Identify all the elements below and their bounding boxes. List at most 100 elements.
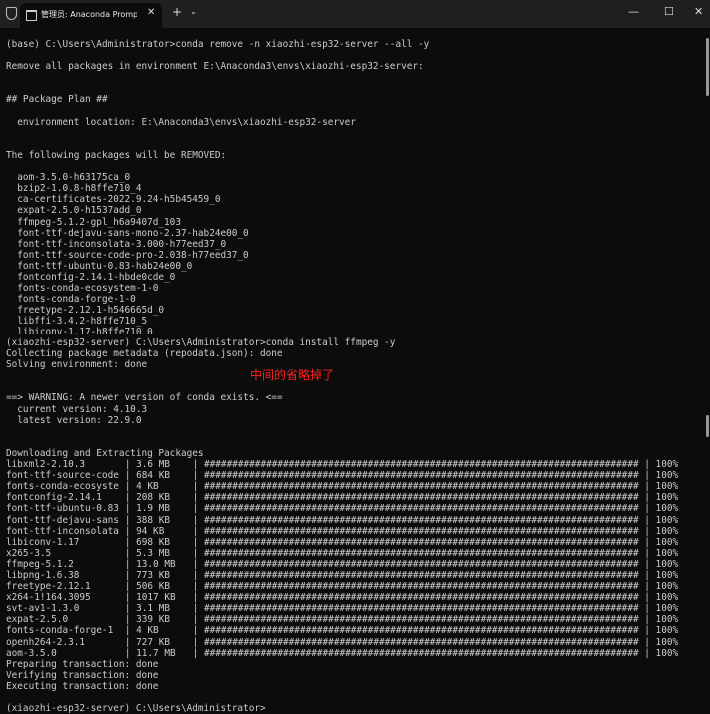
separator: | — [119, 503, 137, 515]
package-name: fonts-conda-forge-1 — [6, 625, 114, 637]
terminal-line: (xiaozhi-esp32-server) C:\Users\Administ… — [6, 337, 396, 348]
terminal-line: font-ttf-ubuntu-0.83-hab24e00_0 — [6, 260, 193, 272]
download-row: freetype-2.12.1 | 506 KB | #############… — [6, 581, 706, 592]
progress-bar: ########################################… — [204, 492, 639, 504]
package-size: 506 KB — [136, 581, 170, 593]
progress-percent: 100% — [655, 569, 679, 581]
separator: | — [638, 503, 656, 515]
package-name: fonts-conda-ecosyste — [6, 481, 119, 493]
download-row: font-ttf-dejavu-sans | 388 KB | ########… — [6, 515, 706, 526]
terminal-line: libiconv-1.17-h8ffe710_0 — [6, 327, 153, 334]
separator: | — [187, 492, 204, 504]
terminal-line: ## Package Plan ## — [6, 94, 108, 106]
terminal-line: Collecting package metadata (repodata.js… — [6, 348, 283, 360]
package-name: expat-2.5.0 — [6, 614, 69, 626]
scrollbar[interactable] — [706, 38, 709, 96]
download-row: font-ttf-ubuntu-0.83 | 1.9 MB | ########… — [6, 503, 706, 514]
package-size: 4 KB — [136, 625, 159, 637]
package-name: fontconfig-2.14.1 — [6, 492, 102, 504]
separator: | — [187, 581, 204, 593]
terminal-icon — [26, 10, 37, 21]
separator: | — [638, 481, 656, 493]
package-name: aom-3.5.0 — [6, 647, 57, 659]
package-name: font-ttf-ubuntu-0.83 — [6, 503, 119, 515]
terminal-line: Downloading and Extracting Packages — [6, 447, 204, 459]
progress-bar: ########################################… — [204, 625, 639, 637]
terminal-line: current version: 4.10.3 — [6, 403, 148, 415]
download-row: libiconv-1.17 | 698 KB | ###############… — [6, 537, 706, 548]
close-button[interactable]: ✕ — [694, 5, 703, 18]
download-row: libpng-1.6.38 | 773 KB | ###############… — [6, 570, 706, 581]
separator: | — [638, 459, 656, 471]
terminal-tab[interactable]: 管理员: Anaconda Prompt - conda install ffm… — [20, 3, 162, 28]
progress-bar: ########################################… — [204, 647, 639, 659]
package-size: 727 KB — [136, 636, 170, 648]
progress-bar: ########################################… — [204, 470, 639, 482]
package-name: x264-1!164.3095 — [6, 592, 91, 604]
progress-percent: 100% — [655, 503, 679, 515]
download-row: aom-3.5.0 | 11.7 MB | ##################… — [6, 648, 706, 659]
separator: | — [119, 603, 137, 615]
terminal-line: ffmpeg-5.1.2-gpl_h6a9407d_103 — [6, 216, 181, 228]
package-size: 698 KB — [136, 536, 170, 548]
separator: | — [638, 492, 656, 504]
separator: | — [638, 625, 656, 637]
download-row: libxml2-2.10.3 | 3.6 MB | ##############… — [6, 459, 706, 470]
progress-percent: 100% — [655, 581, 679, 593]
package-name: libiconv-1.17 — [6, 536, 80, 548]
progress-bar: ########################################… — [204, 547, 639, 559]
scrollbar[interactable] — [706, 415, 709, 437]
separator: | — [119, 492, 137, 504]
terminal-line: fontconfig-2.14.1-hbde0cde_0 — [6, 271, 176, 283]
tab-close-icon[interactable]: ✕ — [147, 7, 155, 18]
download-row: x265-3.5 | 5.3 MB | ####################… — [6, 548, 706, 559]
separator: | — [187, 536, 204, 548]
chevron-down-icon[interactable]: ⌄ — [190, 7, 197, 16]
separator: | — [638, 569, 656, 581]
package-size: 339 KB — [136, 614, 170, 626]
progress-bar: ########################################… — [204, 481, 639, 493]
terminal-line: aom-3.5.0-h63175ca_0 — [6, 172, 131, 184]
progress-percent: 100% — [655, 592, 679, 604]
package-size: 773 KB — [136, 569, 170, 581]
separator: | — [187, 558, 204, 570]
package-name: openh264-2.3.1 — [6, 636, 86, 648]
separator: | — [187, 481, 204, 493]
minimize-button[interactable]: — — [628, 5, 639, 18]
progress-percent: 100% — [655, 492, 679, 504]
package-name: svt-av1-1.3.0 — [6, 603, 80, 615]
progress-bar: ########################################… — [204, 459, 639, 471]
progress-bar: ########################################… — [204, 581, 639, 593]
terminal-line: Remove all packages in environment E:\An… — [6, 61, 424, 73]
separator: | — [119, 592, 137, 604]
separator: | — [187, 470, 204, 482]
separator: | — [187, 636, 204, 648]
package-size: 5.3 MB — [136, 547, 170, 559]
terminal-output-remove: (base) C:\Users\Administrator>conda remo… — [6, 39, 696, 334]
package-size: 94 KB — [136, 525, 165, 537]
download-row: expat-2.5.0 | 339 KB | #################… — [6, 614, 706, 625]
new-tab-button[interactable]: + — [172, 5, 182, 19]
package-size: 4 KB — [136, 481, 159, 493]
terminal-line: Verifying transaction: done — [6, 669, 159, 681]
progress-percent: 100% — [655, 459, 679, 471]
package-size: 3.6 MB — [136, 459, 170, 471]
package-name: font-ttf-source-code — [6, 470, 119, 482]
separator: | — [638, 547, 656, 559]
separator: | — [187, 614, 204, 626]
separator: | — [187, 647, 204, 659]
separator: | — [638, 603, 656, 615]
separator: | — [638, 470, 656, 482]
separator: | — [638, 558, 656, 570]
separator: | — [119, 481, 137, 493]
separator: | — [638, 525, 656, 537]
package-name: font-ttf-dejavu-sans — [6, 514, 119, 526]
title-bar: 管理员: Anaconda Prompt - conda install ffm… — [0, 0, 710, 28]
maximize-button[interactable]: ☐ — [664, 5, 674, 18]
terminal-line: Solving environment: done — [6, 359, 148, 371]
terminal-line: environment location: E:\Anaconda3\envs\… — [6, 116, 356, 128]
